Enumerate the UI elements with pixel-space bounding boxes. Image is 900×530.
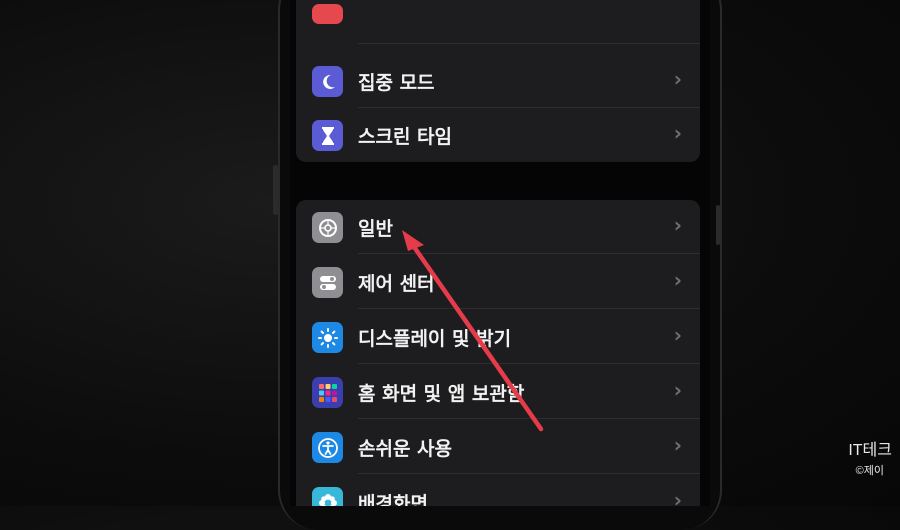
settings-group-1: 집중 모드 › 스크린 타임 › bbox=[296, 0, 700, 162]
settings-row-label: 홈 화면 및 앱 보관함 bbox=[358, 383, 525, 405]
settings-row-screen-time[interactable]: 스크린 타임 › bbox=[296, 108, 700, 162]
flower-icon bbox=[312, 487, 343, 506]
settings-row-label: 디스플레이 및 밝기 bbox=[358, 328, 512, 350]
toggles-icon bbox=[312, 267, 343, 298]
settings-row-focus[interactable]: 집중 모드 › bbox=[296, 54, 700, 108]
chevron-right-icon: › bbox=[673, 268, 682, 292]
row-separator bbox=[358, 308, 700, 309]
accessibility-icon bbox=[312, 432, 343, 463]
settings-row-general[interactable]: 일반 › bbox=[296, 200, 700, 254]
row-separator bbox=[358, 473, 700, 474]
row-separator bbox=[358, 253, 700, 254]
gear-icon bbox=[312, 212, 343, 243]
phone-side-button bbox=[273, 165, 278, 215]
moon-icon bbox=[312, 66, 343, 97]
settings-row-control-center[interactable]: 제어 센터 › bbox=[296, 255, 700, 309]
settings-row-wallpaper[interactable]: 배경화면 › bbox=[296, 475, 700, 506]
settings-screen: 설정 집중 모드 › 스크린 타임 › 일반 bbox=[290, 0, 710, 506]
watermark-brand: IT테크 bbox=[848, 442, 892, 459]
settings-row-display[interactable]: 디스플레이 및 밝기 › bbox=[296, 310, 700, 364]
chevron-right-icon: › bbox=[673, 323, 682, 347]
chevron-right-icon: › bbox=[673, 433, 682, 457]
settings-row-accessibility[interactable]: 손쉬운 사용 › bbox=[296, 420, 700, 474]
chevron-right-icon: › bbox=[673, 121, 682, 145]
settings-row-label: 일반 bbox=[358, 218, 393, 240]
partial-red-icon bbox=[312, 4, 343, 24]
row-separator bbox=[358, 418, 700, 419]
sun-icon bbox=[312, 322, 343, 353]
phone-side-button bbox=[716, 205, 720, 245]
settings-row-label: 배경화면 bbox=[358, 493, 428, 506]
settings-row-label: 집중 모드 bbox=[358, 72, 435, 94]
settings-row-label: 스크린 타임 bbox=[358, 126, 453, 148]
row-separator bbox=[358, 43, 700, 44]
settings-group-2: 일반 › 제어 센터 › 디스플레이 및 밝기 › 홈 화면 및 앱 보관함 ›… bbox=[296, 200, 700, 506]
settings-row-partial[interactable] bbox=[296, 0, 700, 44]
hourglass-icon bbox=[312, 120, 343, 151]
settings-row-label: 손쉬운 사용 bbox=[358, 438, 453, 460]
chevron-right-icon: › bbox=[673, 488, 682, 506]
settings-row-home-screen[interactable]: 홈 화면 및 앱 보관함 › bbox=[296, 365, 700, 419]
chevron-right-icon: › bbox=[673, 67, 682, 91]
settings-row-label: 제어 센터 bbox=[358, 273, 435, 295]
row-separator bbox=[358, 363, 700, 364]
watermark-credit: ©제이 bbox=[855, 465, 884, 477]
grid-icon bbox=[312, 377, 343, 408]
chevron-right-icon: › bbox=[673, 378, 682, 402]
chevron-right-icon: › bbox=[673, 213, 682, 237]
